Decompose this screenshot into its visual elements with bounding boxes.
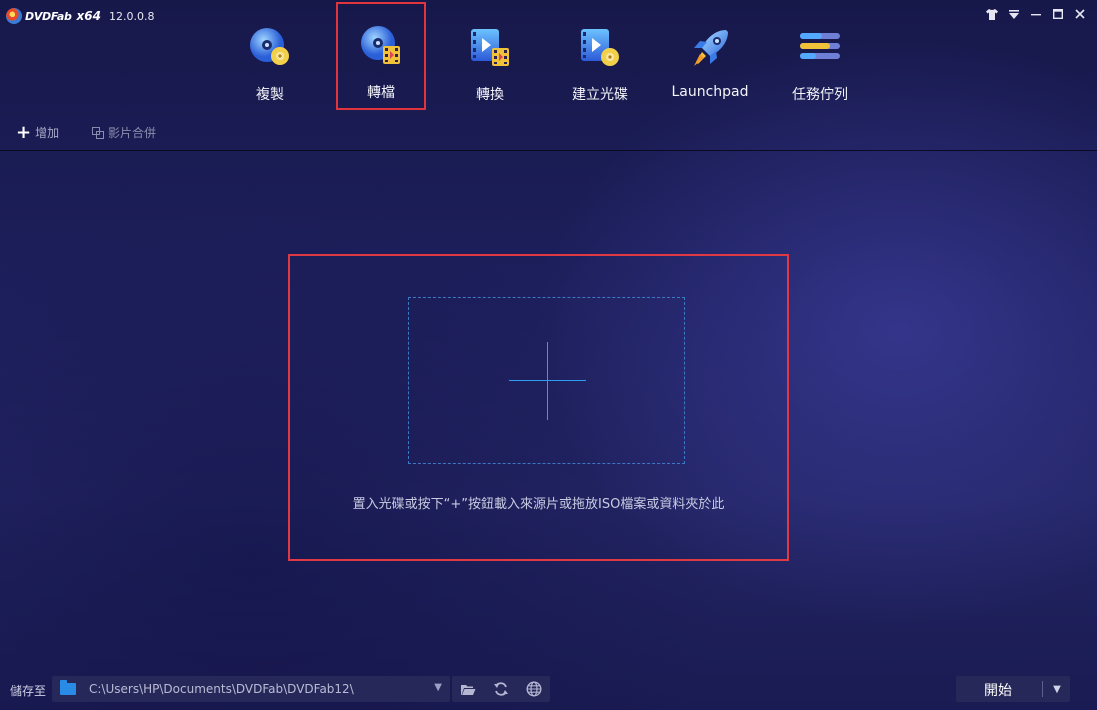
module-label: 任務佇列 (792, 87, 848, 103)
module-task-queue[interactable]: 任務佇列 (775, 4, 865, 108)
merge-icon (92, 126, 104, 139)
chevron-down-icon: ▼ (434, 682, 442, 693)
plus-icon: + (16, 121, 32, 143)
refresh-button[interactable] (489, 679, 513, 699)
module-converter[interactable]: 轉換 (445, 4, 535, 108)
drop-hint-text: 置入光碟或按下“+”按鈕載入來源片或拖放ISO檔案或資料夾於此 (352, 497, 725, 512)
open-folder-icon (461, 684, 476, 695)
globe-icon (526, 681, 542, 697)
start-button[interactable]: 開始 (956, 680, 1040, 700)
module-label: 複製 (256, 87, 284, 103)
module-launchpad[interactable]: Launchpad (665, 4, 755, 108)
module-ripper[interactable]: 轉檔 (336, 2, 426, 110)
module-label: Launchpad (671, 84, 749, 100)
toolbar: + 增加 影片合併 (0, 118, 1097, 148)
module-tabs: 複製 轉檔 轉換 建立光碟 Launchpad 任務佇列 (0, 0, 1097, 112)
add-label: 增加 (35, 126, 60, 140)
save-to-label: 儲存至 (10, 684, 47, 698)
start-button-group: 開始 ▼ (956, 676, 1070, 702)
task-queue-icon (800, 33, 840, 59)
module-label: 建立光碟 (572, 87, 628, 103)
output-path-text: C:\Users\HP\Documents\DVDFab\DVDFab12\ (89, 682, 354, 696)
rocket-icon (694, 30, 728, 66)
module-creator[interactable]: 建立光碟 (555, 4, 645, 108)
folder-icon (60, 680, 76, 695)
merge-videos-button[interactable]: 影片合併 (92, 124, 156, 141)
module-label: 轉換 (476, 87, 504, 103)
plus-icon-vertical (547, 342, 548, 420)
web-button[interactable] (522, 679, 546, 699)
refresh-icon (494, 682, 508, 696)
merge-label: 影片合併 (108, 126, 157, 140)
add-source-drop-zone[interactable] (408, 297, 685, 464)
start-separator (1042, 681, 1043, 697)
disc-copy-icon (250, 28, 289, 65)
toolbar-divider (0, 150, 1097, 151)
video-converter-icon (471, 29, 509, 66)
add-button[interactable]: + 增加 (16, 121, 60, 143)
disc-creator-icon (581, 29, 619, 66)
bottom-bar: 儲存至 C:\Users\HP\Documents\DVDFab\DVDFab1… (0, 672, 1097, 710)
disc-ripper-icon (361, 26, 400, 64)
start-options-chevron-down-icon[interactable]: ▼ (1044, 676, 1070, 702)
module-label: 轉檔 (367, 85, 395, 101)
path-actions (452, 676, 550, 702)
module-copy[interactable]: 複製 (225, 4, 315, 108)
browse-folder-button[interactable] (456, 679, 480, 699)
output-path-select[interactable]: C:\Users\HP\Documents\DVDFab\DVDFab12\ ▼ (52, 676, 450, 702)
